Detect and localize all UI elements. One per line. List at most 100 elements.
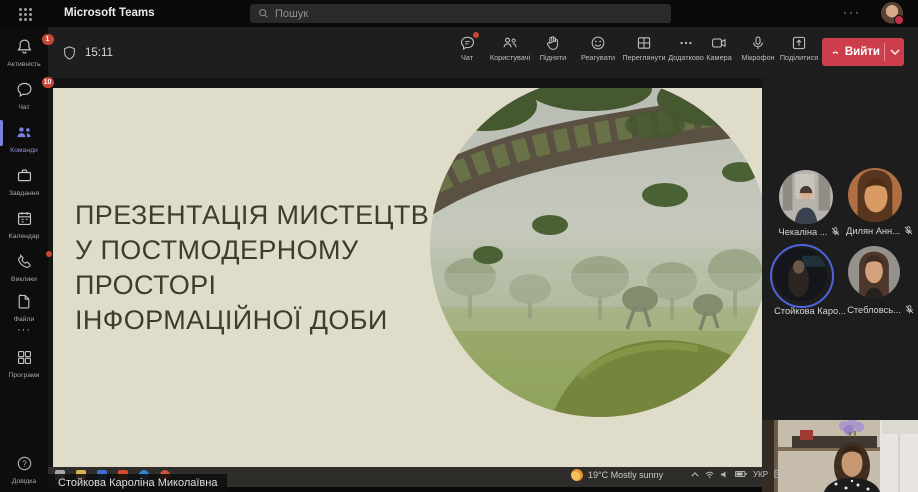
sidebar-item-help[interactable]: ? Довідка	[0, 455, 48, 485]
slide-title: ПРЕЗЕНТАЦІЯ МИСТЕЦТВ У ПОСТМОДЕРНОМУ ПРО…	[75, 200, 430, 335]
self-video-tile[interactable]	[762, 420, 918, 492]
notifications-icon[interactable]	[774, 469, 784, 479]
react-button[interactable]: Реагувати	[574, 34, 622, 62]
meeting-toolbar: 15:11 Чат Користувачі Підняти Реагувати …	[48, 27, 918, 78]
participant-name: Стойкова Каро...	[774, 306, 846, 316]
participant-avatar[interactable]	[774, 248, 827, 301]
participant-label: Дилян Анн...	[842, 225, 918, 236]
meeting-timer: 15:11	[62, 45, 113, 61]
participant-name: Стебловсь...	[847, 304, 901, 315]
search-icon	[259, 9, 268, 18]
active-item-accent	[0, 120, 3, 146]
participants-button[interactable]: Користувачі	[486, 34, 534, 62]
share-button[interactable]: Поділитися	[775, 34, 823, 62]
weather-icon	[571, 469, 583, 481]
teams-meeting-window: Microsoft Teams Пошук ··· 1 Активність 1…	[0, 0, 918, 492]
participant-label: Стебловсь...	[844, 304, 918, 315]
sidebar-item-label: Завдання	[8, 190, 40, 197]
search-placeholder: Пошук	[275, 7, 309, 20]
help-icon: ?	[17, 456, 31, 471]
system-tray: УКР	[691, 469, 784, 479]
participant-label: Чекаліна ...	[770, 226, 850, 237]
user-avatar[interactable]	[881, 2, 904, 25]
weather-text: 19°C Mostly sunny	[588, 470, 664, 480]
button-label: Поділитися	[779, 53, 819, 62]
tray-chevron-icon[interactable]	[691, 471, 699, 477]
mic-off-icon	[904, 226, 913, 235]
phone-icon	[17, 253, 31, 268]
chat-bubble-icon	[17, 82, 31, 97]
participants-panel: Чекаліна ... Дилян Анн... Стойкова Каро.…	[762, 78, 918, 420]
sidebar-item-label: Довідка	[11, 478, 37, 485]
timer-text: 15:11	[85, 47, 113, 59]
title-bar: Microsoft Teams Пошук ···	[0, 0, 918, 27]
calendar-icon	[17, 212, 31, 226]
sidebar-item-chat[interactable]: 10 Чат	[0, 77, 54, 111]
file-icon	[18, 294, 30, 309]
sidebar-item-label: Програми	[8, 372, 40, 379]
chat-button[interactable]: Чат	[443, 32, 491, 62]
button-label: Підняти	[539, 53, 567, 62]
ellipsis-icon	[680, 41, 692, 45]
sidebar-item-apps[interactable]: Програми	[0, 349, 48, 379]
button-label: Мікрофон	[741, 53, 775, 62]
avatar-photo	[779, 170, 833, 224]
presence-busy-dot	[894, 15, 904, 25]
leave-button[interactable]: Вийти	[822, 38, 904, 66]
chat-icon	[460, 36, 474, 50]
button-label: Камера	[706, 53, 732, 62]
sidebar-item-more[interactable]: ···	[0, 323, 48, 336]
battery-icon[interactable]	[735, 470, 747, 478]
leave-options-chevron[interactable]	[885, 49, 904, 55]
calls-notification-dot	[45, 251, 52, 257]
button-label: Користувачі	[489, 53, 531, 62]
webcam-video	[762, 420, 918, 492]
sidebar-item-label: Активність	[7, 61, 41, 68]
ellipsis-icon: ···	[17, 324, 31, 336]
raise-hand-button[interactable]: Підняти	[529, 34, 577, 62]
bell-icon	[16, 39, 32, 54]
sidebar-item-label: Файли	[13, 316, 35, 323]
presenter-name-overlay: Стойкова Кароліна Миколаївна	[48, 474, 228, 492]
participant-avatar[interactable]	[848, 246, 900, 298]
sidebar-item-label: Виклики	[11, 276, 37, 283]
sidebar-item-calls[interactable]: Виклики	[0, 251, 52, 283]
keyboard-language[interactable]: УКР	[753, 470, 768, 479]
briefcase-icon	[17, 169, 31, 182]
app-launcher-icon[interactable]	[18, 7, 32, 21]
participant-label: Стойкова Каро...	[766, 306, 854, 316]
sidebar-item-label: Календар	[8, 233, 40, 240]
participant-avatar[interactable]	[848, 168, 902, 222]
sidebar-item-teams[interactable]: Команди	[0, 120, 48, 154]
more-options-button[interactable]: ···	[843, 5, 861, 19]
search-input[interactable]: Пошук	[250, 4, 671, 23]
chat-badge: 10	[41, 77, 54, 88]
teams-people-icon	[17, 127, 31, 138]
participant-name: Дилян Анн...	[846, 225, 900, 236]
chevron-down-icon	[890, 49, 899, 55]
smiley-icon	[591, 36, 605, 50]
sidebar-item-activity[interactable]: 1 Активність	[0, 34, 54, 68]
participant-name: Чекаліна ...	[778, 226, 828, 237]
participant-avatar[interactable]	[779, 170, 833, 224]
view-button[interactable]: Переглянути	[620, 34, 668, 62]
sidebar-item-assignments[interactable]: Завдання	[0, 167, 48, 197]
mic-off-icon	[832, 227, 840, 236]
hangup-icon	[832, 51, 839, 54]
activity-badge: 1	[41, 34, 54, 45]
volume-icon[interactable]	[720, 470, 729, 479]
grid-view-icon	[637, 37, 651, 49]
taskbar-weather[interactable]: 19°C Mostly sunny	[571, 469, 663, 481]
app-title: Microsoft Teams	[64, 7, 155, 19]
camera-icon	[712, 38, 726, 48]
people-icon	[503, 37, 517, 48]
avatar-photo	[774, 248, 827, 301]
sidebar-item-label: Команди	[10, 147, 38, 154]
sidebar-item-label: Чат	[18, 104, 30, 111]
mic-off-icon	[905, 305, 914, 314]
presenter-name: Стойкова Кароліна Миколаївна	[58, 477, 218, 489]
sidebar-item-files[interactable]: Файли	[0, 293, 48, 323]
share-screen-icon	[792, 36, 806, 50]
network-icon[interactable]	[705, 470, 714, 479]
sidebar-item-calendar[interactable]: Календар	[0, 210, 48, 240]
